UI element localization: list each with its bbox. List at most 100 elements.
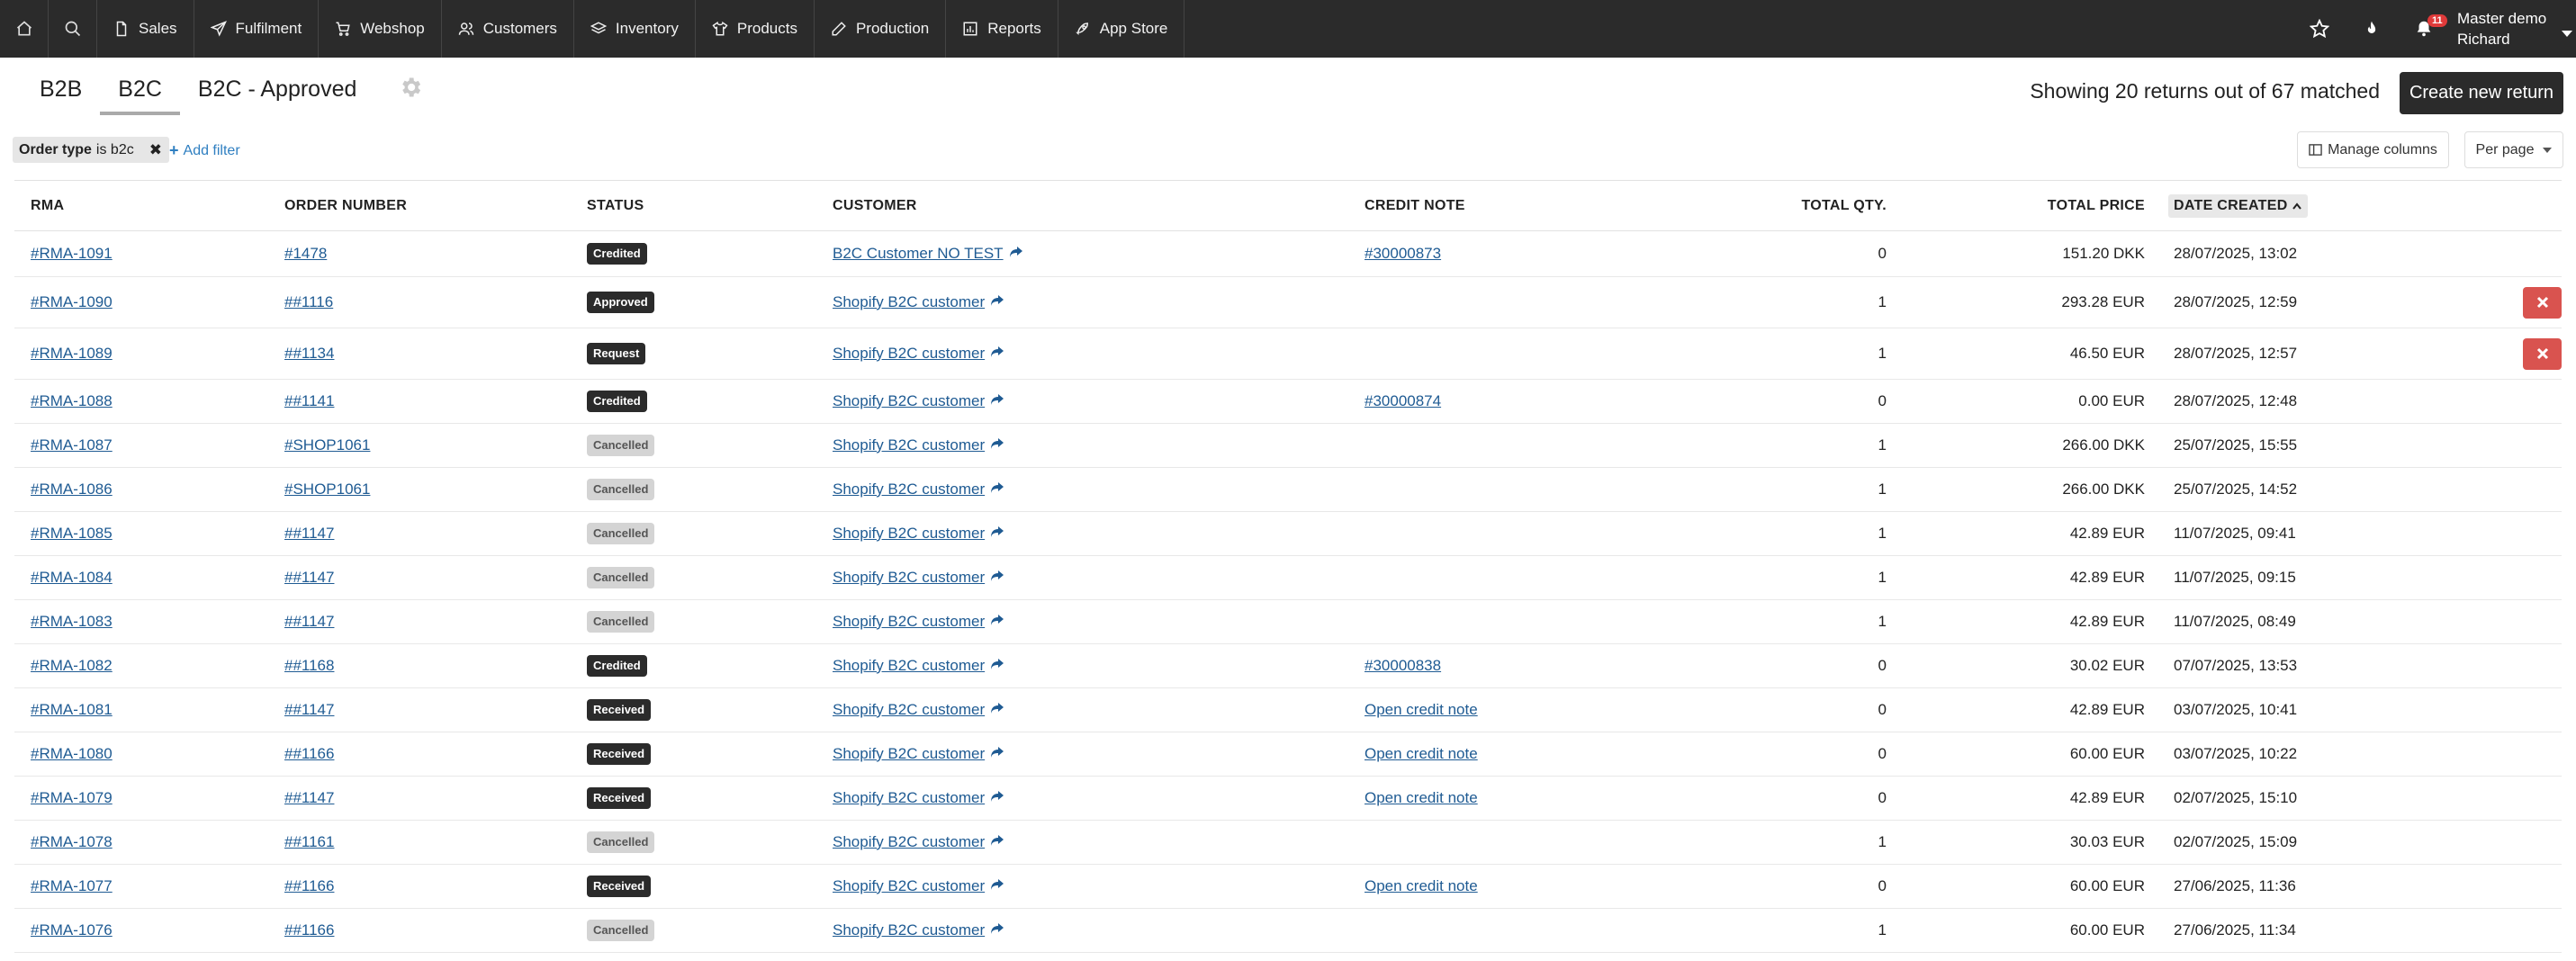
rma-link[interactable]: #RMA-1084 <box>31 569 113 586</box>
nav-item-app-store[interactable]: App Store <box>1058 0 1185 58</box>
order-link[interactable]: ##1147 <box>284 525 334 542</box>
search-button[interactable] <box>49 0 97 58</box>
order-link[interactable]: ##1147 <box>284 789 334 806</box>
share-arrow-icon[interactable] <box>1009 245 1023 263</box>
order-link[interactable]: ##1134 <box>284 345 334 362</box>
share-arrow-icon[interactable] <box>990 833 1004 851</box>
rma-link[interactable]: #RMA-1078 <box>31 833 113 850</box>
customer-link[interactable]: Shopify B2C customer <box>833 392 985 409</box>
user-menu[interactable]: Master demo Richard <box>2450 8 2576 49</box>
rma-link[interactable]: #RMA-1090 <box>31 293 113 310</box>
nav-item-production[interactable]: Production <box>815 0 947 58</box>
rma-link[interactable]: #RMA-1076 <box>31 921 113 939</box>
order-link[interactable]: ##1147 <box>284 613 334 630</box>
tab-b2c-approved[interactable]: B2C - Approved <box>180 71 375 115</box>
rma-link[interactable]: #RMA-1087 <box>31 436 113 454</box>
nav-item-sales[interactable]: Sales <box>97 0 194 58</box>
manage-columns-button[interactable]: Manage columns <box>2297 131 2449 168</box>
customer-link[interactable]: Shopify B2C customer <box>833 525 985 542</box>
credit-note-link[interactable]: Open credit note <box>1365 877 1478 894</box>
customer-link[interactable]: Shopify B2C customer <box>833 833 985 850</box>
tab-b2b[interactable]: B2B <box>22 71 100 115</box>
credit-note-link[interactable]: #30000873 <box>1365 245 1441 262</box>
order-link[interactable]: ##1166 <box>284 921 334 939</box>
rma-link[interactable]: #RMA-1082 <box>31 657 113 674</box>
activity-button[interactable] <box>2346 0 2398 58</box>
share-arrow-icon[interactable] <box>990 480 1004 498</box>
share-arrow-icon[interactable] <box>990 436 1004 454</box>
col-header-total-qty[interactable]: TOTAL QTY. <box>1725 180 1887 231</box>
rma-link[interactable]: #RMA-1077 <box>31 877 113 894</box>
customer-link[interactable]: Shopify B2C customer <box>833 745 985 762</box>
customer-link[interactable]: Shopify B2C customer <box>833 569 985 586</box>
rma-link[interactable]: #RMA-1089 <box>31 345 113 362</box>
customer-link[interactable]: Shopify B2C customer <box>833 789 985 806</box>
rma-link[interactable]: #RMA-1079 <box>31 789 113 806</box>
customer-link[interactable]: Shopify B2C customer <box>833 877 985 894</box>
col-header-rma[interactable]: RMA <box>14 180 268 231</box>
credit-note-link[interactable]: #30000838 <box>1365 657 1441 674</box>
col-header-customer[interactable]: CUSTOMER <box>816 180 1348 231</box>
col-header-order-number[interactable]: ORDER NUMBER <box>268 180 571 231</box>
share-arrow-icon[interactable] <box>990 613 1004 631</box>
rma-link[interactable]: #RMA-1088 <box>31 392 113 409</box>
share-arrow-icon[interactable] <box>990 569 1004 587</box>
share-arrow-icon[interactable] <box>990 345 1004 363</box>
share-arrow-icon[interactable] <box>990 789 1004 807</box>
nav-item-webshop[interactable]: Webshop <box>319 0 442 58</box>
order-link[interactable]: ##1168 <box>284 657 334 674</box>
order-link[interactable]: ##1166 <box>284 745 334 762</box>
share-arrow-icon[interactable] <box>990 877 1004 895</box>
nav-item-customers[interactable]: Customers <box>442 0 574 58</box>
share-arrow-icon[interactable] <box>990 525 1004 543</box>
per-page-dropdown[interactable]: Per page <box>2464 131 2563 168</box>
col-header-credit-note[interactable]: CREDIT NOTE <box>1348 180 1725 231</box>
credit-note-link[interactable]: #30000874 <box>1365 392 1441 409</box>
customer-link[interactable]: Shopify B2C customer <box>833 436 985 454</box>
order-link[interactable]: ##1141 <box>284 392 334 409</box>
share-arrow-icon[interactable] <box>990 921 1004 939</box>
customer-link[interactable]: B2C Customer NO TEST <box>833 245 1004 262</box>
share-arrow-icon[interactable] <box>990 293 1004 311</box>
order-link[interactable]: ##1147 <box>284 701 334 718</box>
order-link[interactable]: ##1166 <box>284 877 334 894</box>
tab-b2c[interactable]: B2C <box>100 71 180 115</box>
customer-link[interactable]: Shopify B2C customer <box>833 293 985 310</box>
customer-link[interactable]: Shopify B2C customer <box>833 613 985 630</box>
rma-link[interactable]: #RMA-1086 <box>31 480 113 498</box>
customer-link[interactable]: Shopify B2C customer <box>833 345 985 362</box>
view-settings-button[interactable] <box>398 75 423 104</box>
home-button[interactable] <box>0 0 49 58</box>
order-link[interactable]: ##1147 <box>284 569 334 586</box>
col-header-date-created[interactable]: DATE CREATED <box>2145 180 2477 231</box>
credit-note-link[interactable]: Open credit note <box>1365 789 1478 806</box>
filter-chip[interactable]: Order type is b2c ✖ <box>13 137 169 163</box>
nav-item-fulfilment[interactable]: Fulfilment <box>194 0 320 58</box>
credit-note-link[interactable]: Open credit note <box>1365 745 1478 762</box>
order-link[interactable]: #SHOP1061 <box>284 436 370 454</box>
rma-link[interactable]: #RMA-1081 <box>31 701 113 718</box>
notifications-button[interactable]: 11 <box>2398 0 2450 58</box>
create-return-button[interactable]: Create new return <box>2400 72 2563 114</box>
order-link[interactable]: ##1116 <box>284 293 333 310</box>
credit-note-link[interactable]: Open credit note <box>1365 701 1478 718</box>
rma-link[interactable]: #RMA-1085 <box>31 525 113 542</box>
share-arrow-icon[interactable] <box>990 392 1004 410</box>
add-filter-button[interactable]: + Add filter <box>169 141 240 160</box>
share-arrow-icon[interactable] <box>990 701 1004 719</box>
delete-return-button[interactable] <box>2523 337 2562 370</box>
remove-filter-icon[interactable]: ✖ <box>149 141 162 159</box>
share-arrow-icon[interactable] <box>990 657 1004 675</box>
col-header-total-price[interactable]: TOTAL PRICE <box>1887 180 2145 231</box>
nav-item-products[interactable]: Products <box>696 0 815 58</box>
rma-link[interactable]: #RMA-1080 <box>31 745 113 762</box>
col-header-status[interactable]: STATUS <box>571 180 816 231</box>
nav-item-reports[interactable]: Reports <box>946 0 1058 58</box>
order-link[interactable]: ##1161 <box>284 833 334 850</box>
order-link[interactable]: #1478 <box>284 245 327 262</box>
nav-item-inventory[interactable]: Inventory <box>574 0 696 58</box>
favorites-button[interactable] <box>2293 0 2346 58</box>
rma-link[interactable]: #RMA-1091 <box>31 245 113 262</box>
rma-link[interactable]: #RMA-1083 <box>31 613 113 630</box>
delete-return-button[interactable] <box>2523 286 2562 319</box>
